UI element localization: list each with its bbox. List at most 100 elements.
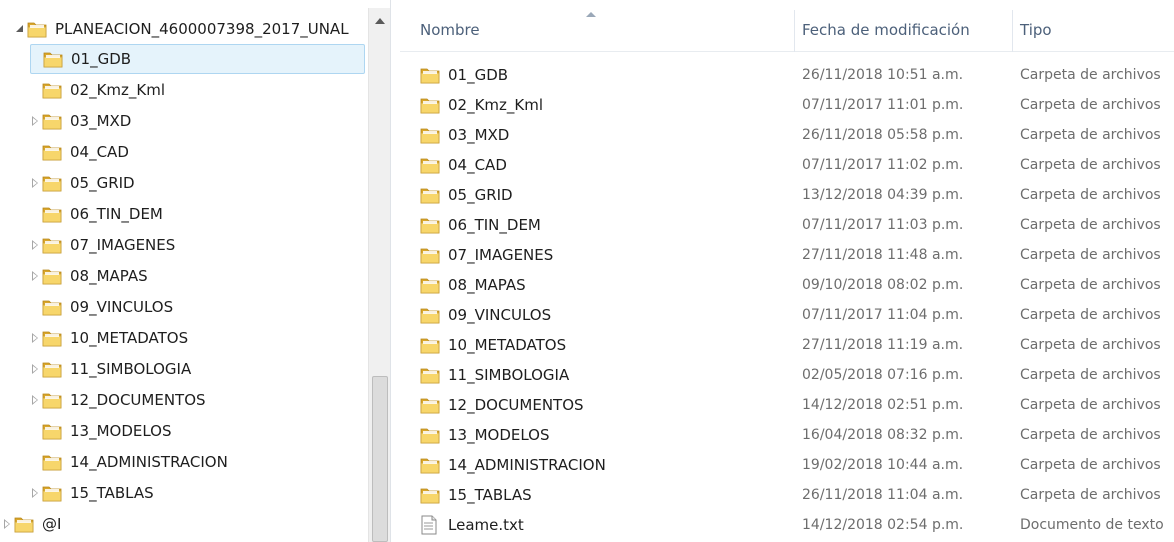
file-date: 27/11/2018 11:48 a.m. [802,247,964,263]
file-row[interactable]: Leame.txt 14/12/2018 02:54 p.m. Documento … [400,510,1174,540]
folder-icon [42,331,62,347]
tree-item-subfolder[interactable]: 09_VINCULOS [30,292,365,322]
scrollbar-thumb[interactable] [372,376,388,542]
navigation-scrollbar[interactable] [368,8,390,542]
file-row[interactable]: 04_CAD 07/11/2017 11:02 p.m. Carpeta de ar… [400,150,1174,180]
tree-item-subfolder[interactable]: 08_MAPAS [30,261,365,291]
expand-arrow-icon[interactable] [30,106,42,136]
file-type: Carpeta de archivos [1020,337,1161,353]
file-row[interactable]: 14_ADMINISTRACION 19/02/2018 10:44 a.m. Ca… [400,450,1174,480]
column-header-date-label: Fecha de modificación [802,21,970,39]
file-type: Carpeta de archivos [1020,187,1161,203]
tree-item-subfolder[interactable]: 11_SIMBOLOGIA [30,354,365,384]
tree-item-subfolder[interactable]: 14_ADMINISTRACION [30,447,365,477]
file-row[interactable]: 03_MXD 26/11/2018 05:58 p.m. Carpeta de ar… [400,120,1174,150]
tree-item-label: 04_CAD [70,143,129,161]
file-row[interactable]: 08_MAPAS 09/10/2018 08:02 p.m. Carpeta de … [400,270,1174,300]
file-row[interactable]: 06_TIN_DEM 07/11/2017 11:03 p.m. Carpeta d… [400,210,1174,240]
expander-placeholder [30,416,42,446]
file-name-cell: 01_GDB [420,66,508,84]
file-row[interactable]: 09_VINCULOS 07/11/2017 11:04 p.m. Carpeta … [400,300,1174,330]
file-type: Carpeta de archivos [1020,157,1161,173]
tree-item-subfolder[interactable]: 10_METADATOS [30,323,365,353]
file-name: 03_MXD [448,126,510,144]
file-date: 07/11/2017 11:02 p.m. [802,157,964,173]
tree-item-root-folder[interactable]: PLANEACION_4600007398_2017_UNAL [15,14,365,44]
file-type: Carpeta de archivos [1020,127,1161,143]
file-row[interactable]: 02_Kmz_Kml 07/11/2017 11:01 p.m. Carpeta d… [400,90,1174,120]
collapse-arrow-icon[interactable] [15,14,27,44]
file-name: 04_CAD [448,156,507,174]
tree-item-subfolder[interactable]: 06_TIN_DEM [30,199,365,229]
expand-arrow-icon[interactable] [30,230,42,260]
file-row[interactable]: 13_MODELOS 16/04/2018 08:32 p.m. Carpeta d… [400,420,1174,450]
file-row[interactable]: 07_IMAGENES 27/11/2018 11:48 a.m. Carpeta … [400,240,1174,270]
scroll-up-arrow-icon[interactable] [375,18,385,24]
file-row[interactable]: 12_DOCUMENTOS 14/12/2018 02:51 p.m. Carpet… [400,390,1174,420]
file-type: Documento de texto [1020,517,1164,533]
file-name: 07_IMAGENES [448,246,554,264]
file-date: 26/11/2018 05:58 p.m. [802,127,964,143]
file-name: Leame.txt [448,516,524,534]
expand-arrow-icon[interactable] [30,385,42,415]
folder-icon [420,218,440,234]
expand-arrow-icon[interactable] [30,354,42,384]
folder-icon [42,207,62,223]
file-row[interactable]: 01_GDB 26/11/2018 10:51 a.m. Carpeta de ar… [400,60,1174,90]
tree-item-sibling-folder[interactable]: @I [2,509,365,539]
folder-icon [420,278,440,294]
file-name-cell: 06_TIN_DEM [420,216,541,234]
tree-item-label: 08_MAPAS [70,267,148,285]
tree-item-label: 06_TIN_DEM [70,205,163,223]
column-header-type[interactable]: Tipo [1000,8,1174,52]
expand-arrow-icon[interactable] [30,478,42,508]
folder-icon [42,176,62,192]
file-date: 07/11/2017 11:01 p.m. [802,97,964,113]
expand-arrow-icon[interactable] [30,168,42,198]
file-type: Carpeta de archivos [1020,277,1161,293]
folder-icon [42,269,62,285]
folder-icon [420,428,440,444]
expand-arrow-icon[interactable] [2,509,14,539]
folder-icon [42,238,62,254]
tree-item-subfolder[interactable]: 07_IMAGENES [30,230,365,260]
file-row[interactable]: 11_SIMBOLOGIA 02/05/2018 07:16 p.m. Carpet… [400,360,1174,390]
column-header-name[interactable]: Nombre [400,8,794,52]
file-row[interactable]: 10_METADATOS 27/11/2018 11:19 a.m. Carpeta… [400,330,1174,360]
tree-item-subfolder[interactable]: 12_DOCUMENTOS [30,385,365,415]
tree-item-label: @I [42,515,62,533]
folder-icon [420,188,440,204]
folder-icon [42,83,62,99]
file-row[interactable]: 05_GRID 13/12/2018 04:39 p.m. Carpeta de a… [400,180,1174,210]
tree-item-label: 03_MXD [70,112,132,130]
column-header-name-label: Nombre [420,21,480,39]
tree-item-subfolder[interactable]: 01_GDB [30,44,365,74]
expand-arrow-icon[interactable] [30,323,42,353]
pane-divider[interactable] [390,0,400,542]
file-type: Carpeta de archivos [1020,427,1161,443]
file-date: 27/11/2018 11:19 a.m. [802,337,964,353]
tree-item-subfolder[interactable]: 03_MXD [30,106,365,136]
file-name-cell: 11_SIMBOLOGIA [420,366,569,384]
tree-item-subfolder[interactable]: 13_MODELOS [30,416,365,446]
file-name: 06_TIN_DEM [448,216,541,234]
file-date: 26/11/2018 11:04 a.m. [802,487,964,503]
tree-item-label: 09_VINCULOS [70,298,174,316]
file-row[interactable]: 15_TABLAS 26/11/2018 11:04 a.m. Carpeta de… [400,480,1174,510]
file-name: 01_GDB [448,66,509,84]
tree-item-subfolder[interactable]: 05_GRID [30,168,365,198]
folder-icon [43,52,63,68]
expander-placeholder [30,199,42,229]
folder-icon [420,158,440,174]
folder-icon [42,362,62,378]
file-name: 14_ADMINISTRACION [448,456,606,474]
expand-arrow-icon[interactable] [30,261,42,291]
folder-icon [42,486,62,502]
file-name: 02_Kmz_Kml [448,96,544,114]
folder-icon [27,22,47,38]
tree-item-label: 10_METADATOS [70,329,189,347]
tree-item-subfolder[interactable]: 04_CAD [30,137,365,167]
tree-item-subfolder[interactable]: 15_TABLAS [30,478,365,508]
tree-item-subfolder[interactable]: 02_Kmz_Kml [30,75,365,105]
column-header-date[interactable]: Fecha de modificación [782,8,1012,52]
